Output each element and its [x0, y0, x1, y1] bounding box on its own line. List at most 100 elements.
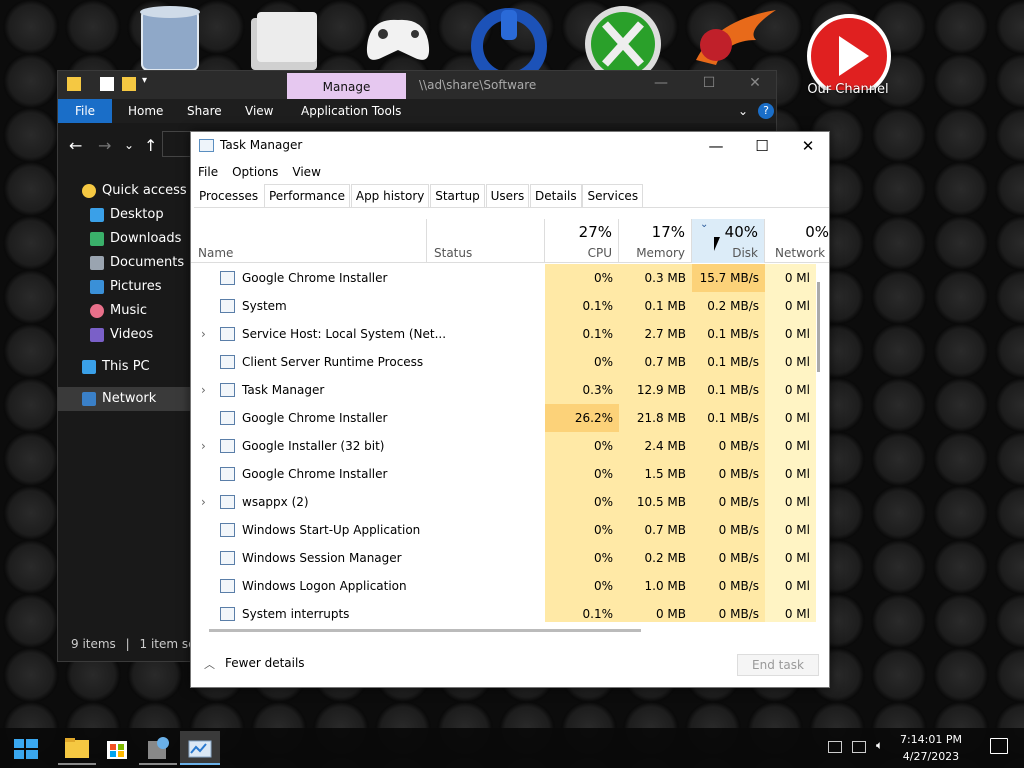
table-row[interactable]: › wsappx (2) 0% 10.5 MB 0 MB/s 0 Ml [191, 488, 816, 516]
ribbon-context-manage[interactable]: Manage [287, 73, 406, 101]
disk-value: 15.7 MB/s [692, 264, 765, 292]
table-row[interactable]: System interrupts 0.1% 0 MB 0 MB/s 0 Ml [191, 600, 816, 622]
cpu-value: 26.2% [545, 404, 619, 432]
task-manager-window: Task Manager — ☐ ✕ File Options View Proce… [190, 131, 830, 688]
menu-file[interactable]: File [191, 160, 225, 184]
tab-performance[interactable]: Performance [263, 184, 351, 207]
start-windows-icon[interactable] [8, 731, 46, 765]
table-row[interactable]: Google Chrome Installer 0% 1.5 MB 0 MB/s 0 M… [191, 460, 816, 488]
store-icon[interactable] [98, 731, 136, 765]
sidebar-item-music[interactable]: Music [58, 299, 198, 323]
table-row[interactable]: Windows Logon Application 0% 1.0 MB 0 MB/s 0… [191, 572, 816, 600]
ribbon-tab-file[interactable]: File [58, 99, 112, 123]
process-name: System interrupts [242, 607, 350, 621]
maximize-icon[interactable]: ☐ [697, 75, 721, 95]
tab-details[interactable]: Details [530, 184, 582, 207]
maximize-icon[interactable]: ☐ [739, 132, 785, 160]
sidebar-item-pictures[interactable]: Pictures [58, 275, 198, 299]
task-manager-footer: ︿ Fewer details End task [191, 652, 829, 678]
ribbon-tab-share[interactable]: Share [187, 99, 222, 123]
sidebar-item-quick-access[interactable]: Quick access [58, 179, 198, 203]
column-header-status[interactable]: Status [427, 219, 545, 263]
qat-dropdown-icon[interactable]: ▾ [142, 75, 156, 89]
horizontal-scrollbar[interactable] [209, 629, 641, 632]
forward-arrow-icon[interactable]: → [98, 136, 111, 155]
table-row[interactable]: › Task Manager 0.3% 12.9 MB 0.1 MB/s 0 Ml [191, 376, 816, 404]
new-folder-icon[interactable] [122, 77, 136, 91]
expand-chevron-icon[interactable]: › [201, 488, 206, 516]
table-row[interactable]: Google Chrome Installer 26.2% 21.8 MB 0.1 M… [191, 404, 816, 432]
tab-services[interactable]: Services [582, 184, 644, 207]
recent-locations-icon[interactable]: ⌄ [124, 138, 134, 152]
tab-processes[interactable]: Processes [194, 184, 264, 207]
column-header-memory[interactable]: 17% Memory [619, 219, 692, 263]
cpu-value: 0.1% [545, 292, 619, 320]
close-icon[interactable]: ✕ [743, 75, 767, 95]
menu-view[interactable]: View [285, 160, 327, 184]
sidebar-item-network[interactable]: Network [58, 387, 198, 411]
sidebar-item-desktop[interactable]: Desktop [58, 203, 198, 227]
explorer-statusbar: 9 items | 1 item selec [58, 627, 191, 661]
chevron-down-icon[interactable]: ⌄ [738, 99, 748, 123]
minimize-icon[interactable]: — [649, 75, 673, 95]
minimize-icon[interactable]: — [693, 132, 739, 160]
process-name: Service Host: Local System (Net... [242, 327, 447, 341]
menu-options[interactable]: Options [225, 160, 285, 184]
table-row[interactable]: Windows Session Manager 0% 0.2 MB 0 MB/s 0 M… [191, 544, 816, 572]
process-name: wsappx (2) [242, 495, 309, 509]
column-header-name[interactable]: Name [191, 219, 427, 263]
process-table-header: Name Status 27% CPU 17% Memory ⌄ 40% Disk 0%… [191, 219, 829, 263]
task-manager-taskbar-icon[interactable] [180, 731, 220, 765]
vertical-scrollbar[interactable] [817, 282, 820, 372]
sidebar-item-this-pc[interactable]: This PC [58, 355, 198, 379]
properties-icon[interactable] [100, 77, 114, 91]
expand-chevron-icon[interactable]: › [201, 432, 206, 460]
memory-value: 0.2 MB [619, 544, 692, 572]
system-clock[interactable]: 7:14:01 PM 4/27/2023 [900, 731, 962, 765]
table-row[interactable]: › Google Installer (32 bit) 0% 2.4 MB 0 MB/s… [191, 432, 816, 460]
ribbon-tab-application-tools[interactable]: Application Tools [301, 99, 401, 123]
ribbon-tabs: File Home Share View Application Tools ⌄… [58, 99, 776, 123]
volume-muted-icon[interactable]: 🔈︎ [876, 738, 890, 752]
expand-chevron-icon[interactable]: › [201, 320, 206, 348]
column-header-network[interactable]: 0% Network [765, 219, 829, 263]
table-row[interactable]: Windows Start-Up Application 0% 0.7 MB 0 MB… [191, 516, 816, 544]
chevron-up-icon[interactable]: ︿ [204, 656, 215, 672]
installer-app-icon[interactable] [139, 731, 177, 765]
download-arrow-icon [90, 232, 104, 246]
table-row[interactable]: Client Server Runtime Process 0% 0.7 MB 0.1… [191, 348, 816, 376]
ribbon-tab-view[interactable]: View [245, 99, 273, 123]
table-row[interactable]: Google Chrome Installer 0% 0.3 MB 15.7 MB/s… [191, 264, 816, 292]
sidebar-item-label: This PC [102, 359, 150, 374]
process-icon [220, 355, 235, 369]
close-icon[interactable]: ✕ [785, 132, 831, 160]
table-row[interactable]: › Service Host: Local System (Net... 0.1% 2… [191, 320, 816, 348]
file-explorer-taskbar-icon[interactable] [58, 731, 96, 765]
sidebar-item-videos[interactable]: Videos [58, 323, 198, 347]
network-value: 0 Ml [765, 348, 816, 376]
notification-center-icon[interactable] [990, 738, 1008, 754]
column-header-cpu[interactable]: 27% CPU [545, 219, 619, 263]
network-value: 0 Ml [765, 488, 816, 516]
help-icon[interactable]: ? [758, 103, 774, 119]
column-header-disk[interactable]: ⌄ 40% Disk [692, 219, 765, 263]
ribbon-tab-home[interactable]: Home [128, 99, 163, 123]
tab-app-history[interactable]: App history [350, 184, 430, 207]
end-task-button[interactable]: End task [737, 654, 819, 676]
table-row[interactable]: System 0.1% 0.1 MB 0.2 MB/s 0 Ml [191, 292, 816, 320]
tab-users[interactable]: Users [485, 184, 530, 207]
memory-value: 1.5 MB [619, 460, 692, 488]
our-channel-shortcut[interactable]: Our Channel [800, 0, 896, 124]
process-name: Windows Start-Up Application [242, 523, 421, 537]
sidebar-item-downloads[interactable]: Downloads [58, 227, 198, 251]
up-arrow-icon[interactable]: ↑ [144, 136, 157, 155]
sidebar-item-documents[interactable]: Documents [58, 251, 198, 275]
show-desktop-tray-icon[interactable] [828, 741, 842, 753]
tab-startup[interactable]: Startup [430, 184, 485, 207]
back-arrow-icon[interactable]: ← [69, 136, 82, 155]
network-value: 0 Ml [765, 544, 816, 572]
process-icon [220, 607, 235, 621]
expand-chevron-icon[interactable]: › [201, 376, 206, 404]
network-tray-icon[interactable] [852, 741, 866, 753]
fewer-details-link[interactable]: Fewer details [225, 656, 305, 670]
